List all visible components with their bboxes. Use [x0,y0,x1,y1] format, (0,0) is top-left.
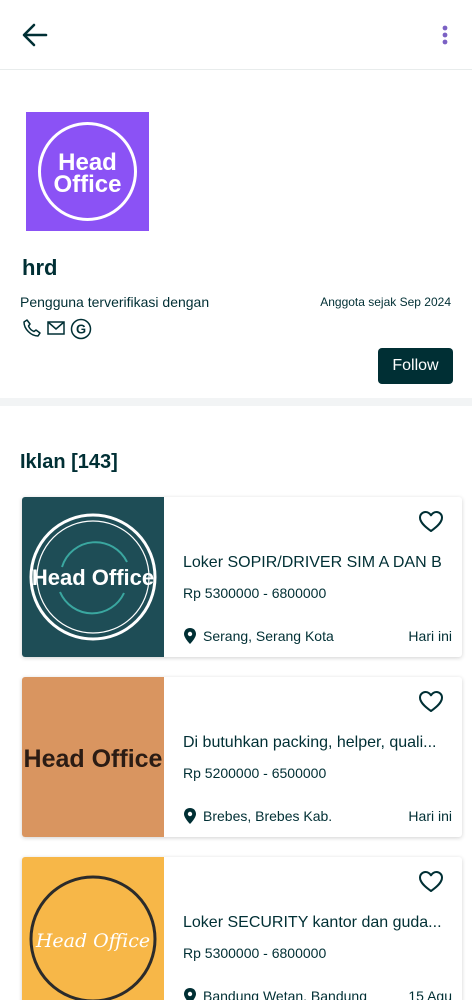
arrow-left-icon [22,23,48,47]
ad-location-text: Serang, Serang Kota [203,628,334,644]
svg-text:Head Office: Head Office [32,565,154,590]
ad-location-text: Bandung Wetan, Bandung [203,988,367,1000]
profile-section: Head Office hrd Pengguna terverifikasi d… [0,71,472,398]
ad-location-text: Brebes, Brebes Kab. [203,808,333,824]
verification-icons: G [22,317,92,340]
profile-name: hrd [22,255,58,280]
verified-label: Pengguna terverifikasi dengan [20,294,210,310]
more-options-button[interactable] [430,20,460,50]
heart-icon [419,871,443,892]
svg-text:Head Office: Head Office [35,930,150,952]
ad-thumbnail: Head Office [22,497,164,657]
svg-text:Head Office: Head Office [24,745,163,773]
ads-section-title: Iklan [143] [20,451,118,473]
ad-thumbnail: Head Office [22,677,164,837]
ad-date: Hari ini [408,808,452,824]
location-pin-icon [183,988,197,1000]
follow-button[interactable]: Follow [378,348,453,384]
ad-title: Loker SECURITY kantor dan guda... [183,914,442,931]
svg-text:G: G [76,322,86,337]
email-icon [46,318,66,338]
ad-card[interactable]: Head Office Di butuhkan packing, helper,… [22,677,462,837]
favorite-button[interactable] [418,509,444,535]
heart-icon [419,691,443,712]
heart-icon [419,511,443,532]
ad-card[interactable]: Head Office Loker SECURITY kantor dan gu… [22,857,462,1000]
google-icon: G [70,318,92,340]
ad-location: Bandung Wetan, Bandung [183,988,367,1000]
ad-location: Brebes, Brebes Kab. [183,808,332,824]
location-pin-icon [183,808,197,824]
ad-price: Rp 5200000 - 6500000 [183,765,327,781]
ad-title: Loker SOPIR/DRIVER SIM A DAN B [183,554,442,571]
phone-icon [22,318,42,338]
ad-card[interactable]: Head Office Loker SOPIR/DRIVER SIM A DAN… [22,497,462,657]
more-vertical-icon [442,25,448,45]
back-button[interactable] [18,18,52,52]
app-bar [0,0,472,70]
ad-thumbnail: Head Office [22,857,164,1000]
ad-price: Rp 5300000 - 6800000 [183,945,327,961]
member-since: Anggota sejak Sep 2024 [320,295,451,309]
ad-location: Serang, Serang Kota [183,628,334,644]
favorite-button[interactable] [418,689,444,715]
head-office-logo: Head Office [26,112,149,231]
avatar: Head Office [26,112,149,231]
ad-date: 15 Agu [408,988,452,1000]
section-divider [0,398,472,406]
location-pin-icon [183,628,197,644]
ad-price: Rp 5300000 - 6800000 [183,585,327,601]
ad-title: Di butuhkan packing, helper, quali... [183,734,437,751]
svg-text:Office: Office [53,171,121,198]
favorite-button[interactable] [418,869,444,895]
ad-date: Hari ini [408,628,452,644]
